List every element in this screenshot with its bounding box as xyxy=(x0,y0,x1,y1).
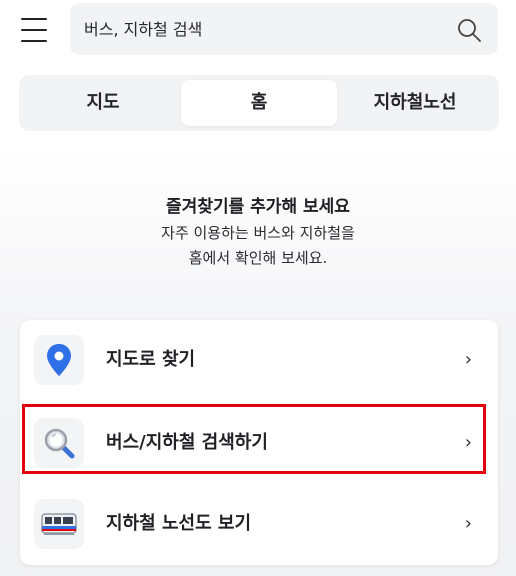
chevron-right-icon: › xyxy=(464,349,472,370)
magnifier-icon xyxy=(34,418,84,468)
subway-map-item[interactable]: 지하철 노선도 보기 › xyxy=(20,484,498,564)
tab-subway-map[interactable]: 지하철노선 xyxy=(337,80,493,126)
menu-line xyxy=(21,18,47,20)
menu-line xyxy=(21,29,47,31)
empty-state-description-line: 홈에서 확인해 보세요. xyxy=(188,249,328,267)
empty-state-title: 즐겨찾기를 추가해 보세요 xyxy=(166,197,350,217)
shortcut-list: 지도로 찾기 › 버스/지하철 검색하기 › 지하철 노선도 보기 › xyxy=(20,320,498,565)
bus-subway-search-item[interactable]: 버스/지하철 검색하기 › xyxy=(20,403,498,483)
find-by-map-label: 지도로 찾기 xyxy=(106,349,196,370)
view-tabs: 지도 홈 지하철노선 xyxy=(19,75,499,131)
chevron-right-icon: › xyxy=(464,432,472,453)
subway-train-icon xyxy=(34,499,84,549)
menu-line xyxy=(21,40,47,42)
tab-map[interactable]: 지도 xyxy=(25,80,181,126)
chevron-right-icon: › xyxy=(464,513,472,534)
empty-state-description-line: 자주 이용하는 버스와 지하철을 xyxy=(161,224,355,242)
search-icon[interactable] xyxy=(456,17,482,43)
bus-subway-search-label: 버스/지하철 검색하기 xyxy=(106,432,268,453)
hamburger-menu-button[interactable] xyxy=(18,14,52,46)
subway-map-label: 지하철 노선도 보기 xyxy=(106,513,252,534)
search-bar[interactable] xyxy=(70,3,498,55)
search-input[interactable] xyxy=(84,3,444,55)
tab-home[interactable]: 홈 xyxy=(181,80,337,126)
find-by-map-item[interactable]: 지도로 찾기 › xyxy=(20,320,498,400)
location-pin-icon xyxy=(34,335,84,385)
